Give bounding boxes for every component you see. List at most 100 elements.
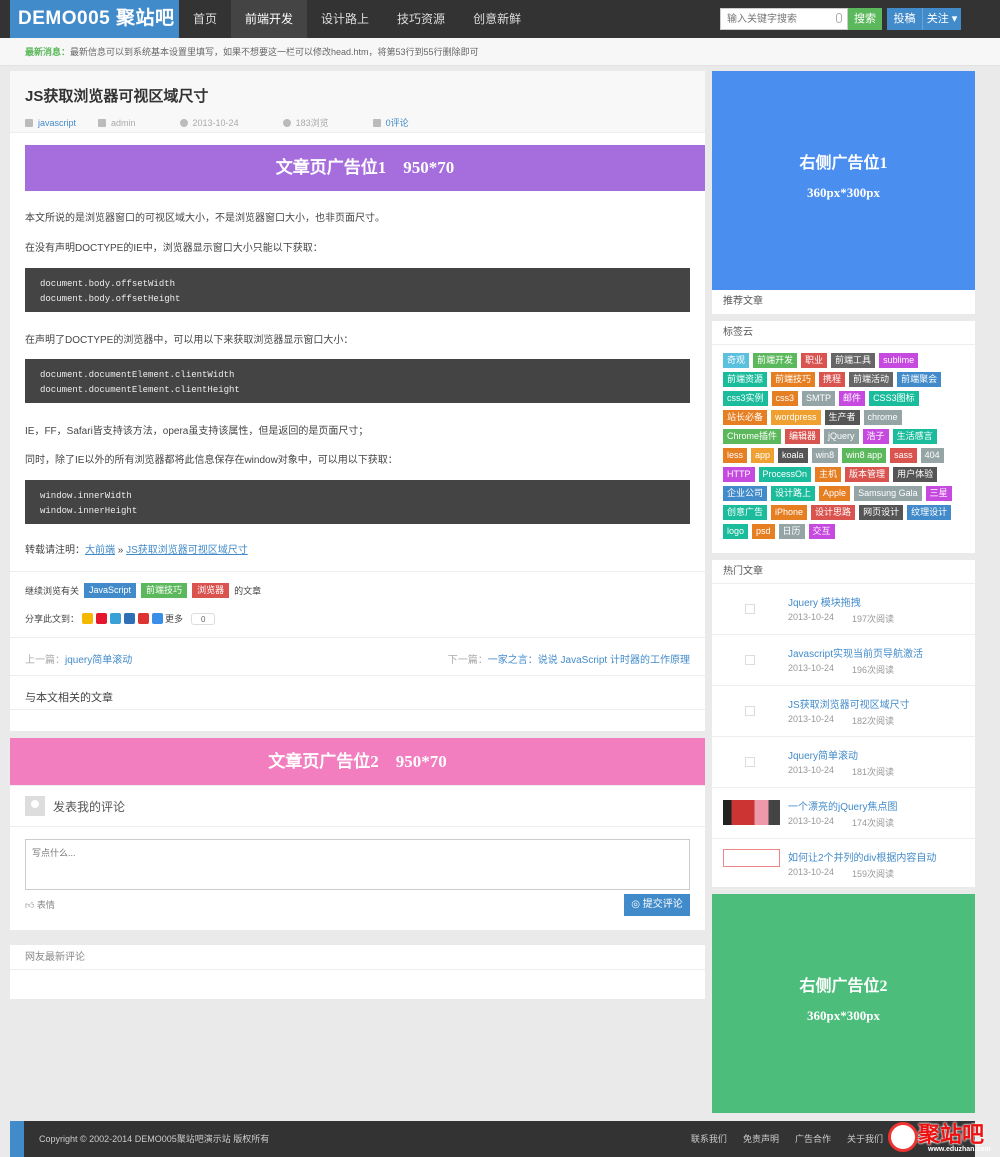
tag-cloud-item[interactable]: Apple (819, 486, 851, 501)
hot-article-link[interactable]: Jquery 模块拖拽 (788, 594, 861, 609)
tag-cloud-item[interactable]: 主机 (815, 467, 842, 482)
tag-cloud-item[interactable]: 用户体验 (893, 467, 938, 482)
tag-cloud-item[interactable]: 前端聚会 (897, 372, 942, 387)
nav-item-home[interactable]: 首页 (179, 0, 231, 38)
site-logo[interactable]: DEMO005 聚站吧 (10, 0, 179, 38)
tag-cloud-item[interactable]: 设计思路 (811, 505, 856, 520)
tag-cloud-item[interactable]: 生产者 (824, 410, 860, 425)
tag-cloud-item[interactable]: 前端工具 (831, 353, 876, 368)
tag-cloud-item[interactable]: css3 (771, 391, 799, 406)
hot-article-link[interactable]: Jquery简单滚动 (788, 747, 858, 762)
tag-cloud-item[interactable]: less (723, 448, 748, 463)
nav-item-frontend[interactable]: 前端开发 (231, 0, 308, 38)
tag-browser[interactable]: 浏览器 (192, 583, 230, 598)
tag-cloud-item[interactable]: 前端活动 (849, 372, 894, 387)
emoji-button[interactable]: 👍︎ 表情 (25, 898, 55, 911)
hot-article-link[interactable]: JS获取浏览器可视区域尺寸 (788, 696, 910, 711)
tag-cloud-item[interactable]: 企业公司 (723, 486, 768, 501)
article-thumbnail[interactable] (723, 596, 780, 621)
article-ad-bottom[interactable]: 文章页广告位2 950*70 (10, 738, 705, 785)
tag-cloud-item[interactable]: 创意广告 (723, 505, 768, 520)
weibo-share-icon[interactable] (96, 613, 108, 624)
tag-cloud-item[interactable]: Chrome插件 (723, 429, 782, 444)
tag-cloud-item[interactable]: psd (752, 524, 775, 539)
tag-cloud-item[interactable]: 日历 (778, 524, 805, 539)
article-thumbnail[interactable] (723, 800, 780, 825)
footer-link-about[interactable]: 关于我们 (847, 1121, 883, 1157)
qzone-share-icon[interactable] (82, 613, 94, 624)
tag-cloud-item[interactable]: 携程 (819, 372, 846, 387)
hot-article-link[interactable]: 如何让2个并列的div根据内容自动 (788, 849, 936, 864)
tag-cloud-item[interactable]: ProcessOn (758, 467, 812, 482)
hot-article-link[interactable]: 一个漂亮的jQuery焦点图 (788, 798, 897, 813)
tag-cloud-item[interactable]: 邮件 (839, 391, 866, 406)
tag-cloud-item[interactable]: win8 (811, 448, 839, 463)
article-thumbnail[interactable] (723, 749, 780, 774)
more-share-icon[interactable] (152, 613, 164, 624)
article-thumbnail[interactable] (723, 647, 780, 672)
article-thumbnail[interactable] (723, 849, 780, 867)
tag-cloud-item[interactable]: 浩子 (862, 429, 889, 444)
tag-cloud-item[interactable]: Samsung Gala (854, 486, 922, 501)
sidebar-ad-2[interactable]: 右侧广告位2 360px*300px (712, 894, 975, 1113)
footer-link-disclaimer[interactable]: 免责声明 (743, 1121, 779, 1157)
next-article-link[interactable]: 一家之言：说说 JavaScript 计时器的工作原理 (488, 655, 690, 666)
tag-cloud-item[interactable]: 前端技巧 (771, 372, 816, 387)
tag-cloud-item[interactable]: 网页设计 (859, 505, 904, 520)
tag-cloud-item[interactable]: chrome (863, 410, 902, 425)
hot-article-link[interactable]: Javascript实现当前页导航激活 (788, 645, 923, 660)
repost-title-link[interactable]: JS获取浏览器可视区域尺寸 (126, 545, 248, 556)
tag-cloud-item[interactable]: 生活感言 (892, 429, 937, 444)
tag-cloud-item[interactable]: sass (890, 448, 917, 463)
tag-cloud-item[interactable]: win8 app (842, 448, 887, 463)
nav-item-resources[interactable]: 技巧资源 (383, 0, 459, 38)
share-more-link[interactable]: 更多 (165, 612, 183, 625)
comment-count-link[interactable]: 0评论 (386, 116, 409, 129)
tag-cloud-item[interactable]: 三星 (925, 486, 952, 501)
tag-cloud-item[interactable]: 前端资源 (723, 372, 768, 387)
repost-site-link[interactable]: 大前端 (85, 545, 115, 556)
follow-dropdown-button[interactable]: 关注 ▾ (922, 8, 961, 30)
tag-cloud-item[interactable]: 前端开发 (753, 353, 798, 368)
tag-cloud-item[interactable]: 设计路上 (771, 486, 816, 501)
nav-item-creative[interactable]: 创意新鲜 (459, 0, 535, 38)
footer-link-contact[interactable]: 联系我们 (691, 1121, 727, 1157)
article-ad-top[interactable]: 文章页广告位1 950*70 (25, 145, 705, 191)
tag-cloud-item[interactable]: sublime (879, 353, 919, 368)
tag-javascript[interactable]: JavaScript (84, 583, 137, 598)
tag-cloud-item[interactable]: SMTP (802, 391, 836, 406)
tag-cloud-item[interactable]: koala (778, 448, 808, 463)
tag-cloud-item[interactable]: 404 (920, 448, 944, 463)
footer-link-ads[interactable]: 广告合作 (795, 1121, 831, 1157)
article-thumbnail[interactable] (723, 698, 780, 723)
douban-share-icon[interactable] (138, 613, 150, 624)
tag-cloud-item[interactable]: 纹理设计 (907, 505, 952, 520)
comment-textarea[interactable] (25, 839, 690, 890)
tag-cloud-item[interactable]: iPhone (771, 505, 808, 520)
tag-cloud-item[interactable]: 奇观 (723, 353, 750, 368)
sidebar-ad-1[interactable]: 右侧广告位1 360px*300px (712, 71, 975, 290)
tag-cloud-item[interactable]: jQuery (824, 429, 859, 444)
submit-article-button[interactable]: 投稿 (887, 8, 922, 30)
microphone-icon[interactable] (836, 13, 842, 23)
prev-article-link[interactable]: jquery简单滚动 (65, 655, 132, 666)
renren-share-icon[interactable] (124, 613, 136, 624)
tag-cloud-item[interactable]: 职业 (801, 353, 828, 368)
tag-frontend-tips[interactable]: 前端技巧 (141, 583, 188, 598)
tag-cloud-item[interactable]: css3实例 (723, 391, 768, 406)
submit-comment-button[interactable]: ◎ 提交评论 (624, 894, 690, 916)
tag-cloud-item[interactable]: logo (723, 524, 749, 539)
search-button[interactable]: 搜索 (848, 8, 882, 30)
nav-item-design[interactable]: 设计路上 (307, 0, 383, 38)
tqq-share-icon[interactable] (110, 613, 122, 624)
tag-cloud-item[interactable]: app (751, 448, 775, 463)
category-link[interactable]: javascript (38, 118, 76, 128)
tag-cloud-item[interactable]: wordpress (771, 410, 821, 425)
tag-cloud-item[interactable]: 编辑器 (785, 429, 821, 444)
tag-cloud-item[interactable]: HTTP (723, 467, 755, 482)
tag-cloud-item[interactable]: CSS3图标 (869, 391, 919, 406)
tag-cloud-item[interactable]: 交互 (808, 524, 835, 539)
tag-cloud-item[interactable]: 站长必备 (723, 410, 768, 425)
search-input[interactable] (721, 9, 831, 29)
tag-cloud-item[interactable]: 版本管理 (845, 467, 890, 482)
